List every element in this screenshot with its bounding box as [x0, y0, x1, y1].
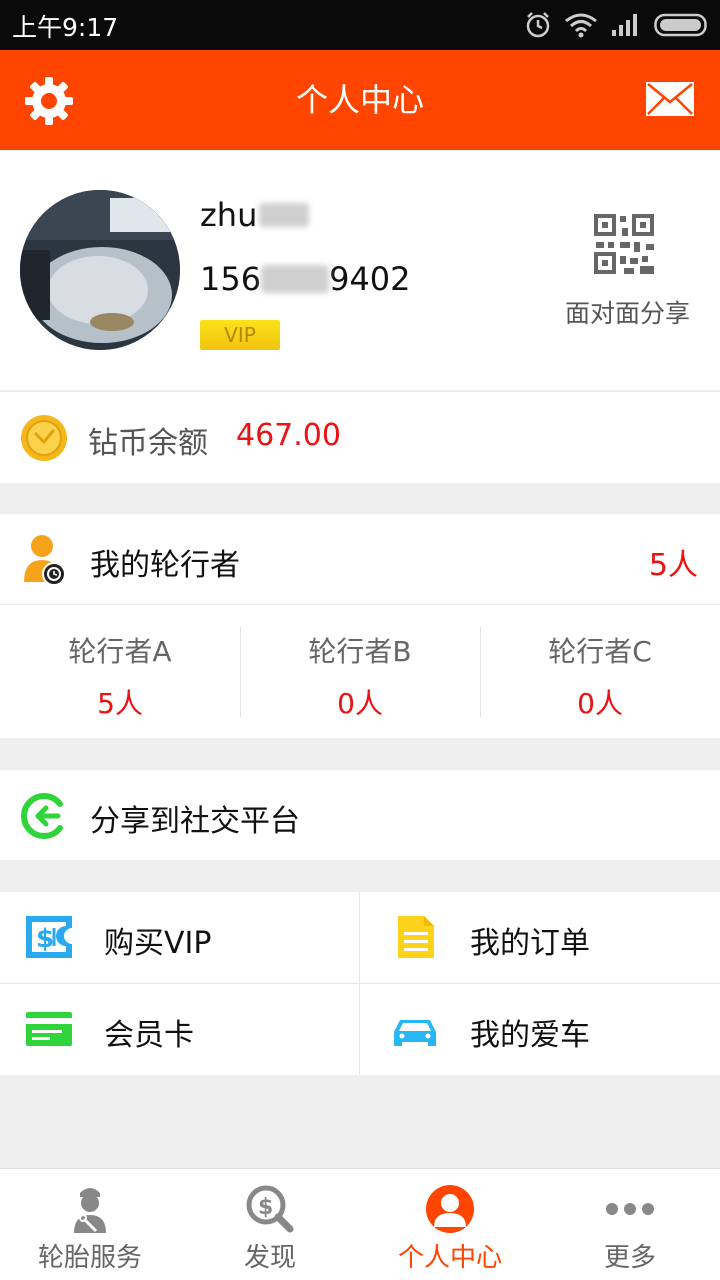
member-card-icon	[26, 1012, 72, 1046]
battery-icon	[654, 13, 707, 37]
vip-badge: VIP	[200, 320, 280, 350]
my-orders-button[interactable]: 我的订单	[360, 892, 719, 983]
my-car-label: 我的爱车	[470, 1018, 590, 1053]
rider-levels: 轮行者A 5人 轮行者B 0人 轮行者C 0人	[0, 606, 720, 738]
my-orders-label: 我的订单	[470, 926, 590, 961]
tab-label: 轮胎服务	[37, 1243, 142, 1273]
member-card-label: 会员卡	[104, 1018, 194, 1053]
bottom-tab-bar: 轮胎服务 $ 发现 个人中心 更多	[0, 1168, 720, 1280]
riders-total: 5人	[648, 548, 698, 583]
tab-tire-service[interactable]: 轮胎服务	[0, 1169, 180, 1280]
mail-icon[interactable]	[646, 82, 694, 116]
username: zhu	[200, 196, 310, 234]
order-document-icon	[398, 916, 434, 958]
discover-icon: $	[246, 1185, 294, 1233]
balance-label: 钻币余额	[88, 426, 208, 461]
rider-level-a[interactable]: 轮行者A 5人	[0, 606, 240, 738]
face-to-face-share-label[interactable]: 面对面分享	[565, 294, 690, 330]
redacted-name	[259, 203, 310, 227]
riders-section: 我的轮行者 5人 轮行者A 5人 轮行者B 0人 轮行者C 0人	[0, 514, 720, 738]
tab-profile[interactable]: 个人中心	[360, 1169, 540, 1280]
redacted-phone	[261, 265, 330, 293]
tab-label: 个人中心	[397, 1243, 502, 1273]
signal-icon	[612, 14, 637, 36]
balance-value: 467.00	[236, 418, 341, 453]
app-header: 个人中心	[0, 50, 720, 150]
tab-label: 更多	[603, 1243, 656, 1273]
rider-level-name: 轮行者C	[548, 635, 652, 668]
phone-prefix: 156	[200, 260, 262, 298]
person-icon	[426, 1185, 474, 1233]
share-label: 分享到社交平台	[90, 804, 300, 839]
rider-level-count: 0人	[577, 687, 623, 720]
car-icon	[394, 1020, 436, 1046]
avatar[interactable]	[20, 190, 180, 350]
tab-more[interactable]: 更多	[540, 1169, 720, 1280]
tab-label: 发现	[243, 1243, 296, 1273]
coin-icon	[21, 415, 67, 461]
rider-level-c[interactable]: 轮行者C 0人	[480, 606, 720, 738]
rider-icon	[24, 535, 66, 586]
status-time: 上午9:17	[12, 13, 119, 42]
rider-level-count: 0人	[337, 687, 383, 720]
more-icon	[606, 1203, 654, 1215]
alarm-icon	[526, 12, 550, 38]
grid-divider	[0, 983, 720, 984]
status-icons	[524, 10, 710, 40]
rider-level-b[interactable]: 轮行者B 0人	[240, 606, 480, 738]
buy-vip-button[interactable]: $ 购买VIP	[0, 892, 359, 983]
buy-vip-label: 购买VIP	[104, 926, 212, 961]
coin-balance-row[interactable]: 钻币余额 467.00	[0, 391, 720, 483]
rider-level-count: 5人	[97, 687, 143, 720]
riders-header[interactable]: 我的轮行者 5人	[0, 514, 720, 605]
svg-text:$: $	[36, 924, 54, 954]
dollar-ticket-icon: $	[26, 916, 72, 958]
rider-level-name: 轮行者B	[308, 635, 412, 668]
mechanic-icon	[74, 1188, 106, 1233]
status-bar: 上午9:17	[0, 0, 720, 50]
profile-card[interactable]: zhu 156 9402 VIP 面对面分享	[0, 150, 720, 390]
qr-code-icon[interactable]	[594, 214, 654, 274]
avatar-photo	[20, 190, 180, 350]
share-social-row[interactable]: 分享到社交平台	[0, 770, 720, 860]
wifi-icon	[565, 13, 597, 38]
username-text: zhu	[200, 196, 258, 234]
phone-suffix: 9402	[329, 260, 411, 298]
riders-title: 我的轮行者	[90, 548, 240, 583]
action-grid: $ 购买VIP 我的订单 会员卡 我的爱车	[0, 892, 720, 1075]
svg-text:$: $	[258, 1195, 273, 1220]
phone-number: 156 9402	[200, 260, 411, 298]
page-title: 个人中心	[295, 81, 424, 119]
my-car-button[interactable]: 我的爱车	[360, 984, 719, 1075]
share-icon	[21, 793, 63, 839]
member-card-button[interactable]: 会员卡	[0, 984, 359, 1075]
tab-discover[interactable]: $ 发现	[180, 1169, 360, 1280]
rider-level-name: 轮行者A	[68, 635, 172, 668]
